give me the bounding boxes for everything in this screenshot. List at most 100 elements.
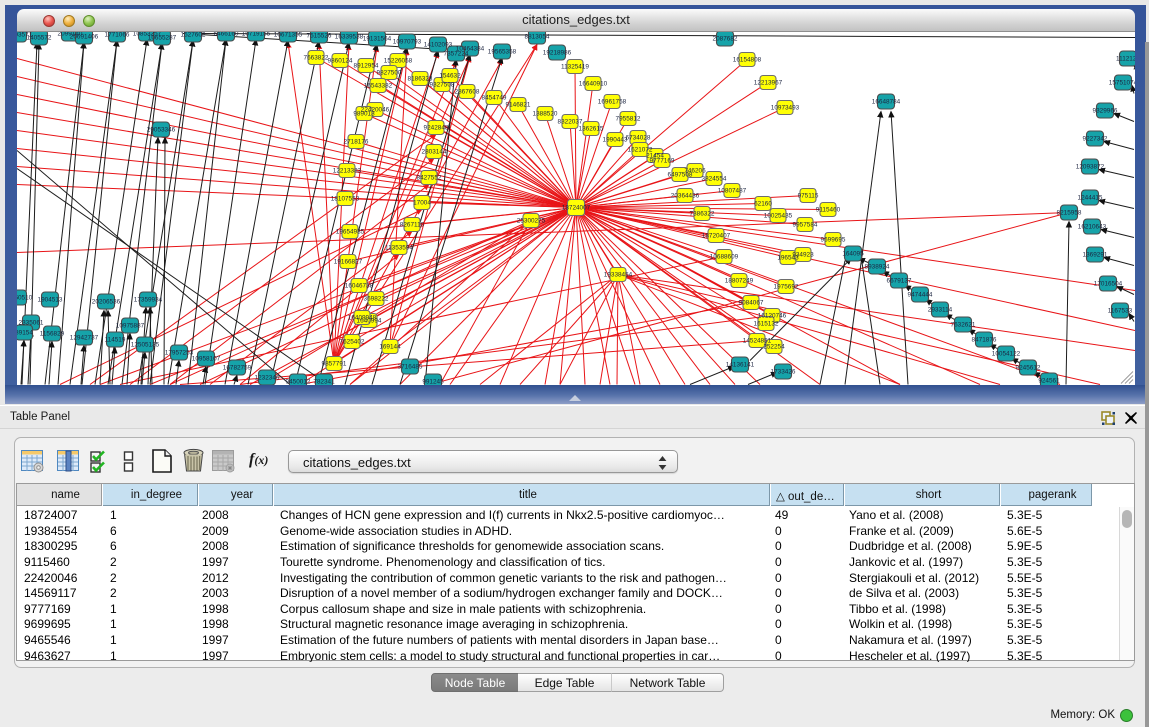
svg-text:25300275: 25300275 (517, 217, 546, 224)
svg-text:17359934: 17359934 (134, 296, 163, 303)
svg-text:1156829: 1156829 (40, 330, 65, 337)
svg-text:16782759: 16782759 (223, 364, 252, 371)
svg-text:2718176: 2718176 (344, 138, 369, 145)
svg-text:17004: 17004 (413, 199, 431, 206)
svg-text:934923: 934923 (792, 251, 814, 258)
svg-text:1232346: 1232346 (255, 374, 280, 381)
svg-text:10025435: 10025435 (764, 212, 793, 219)
svg-text:1167533: 1167533 (1108, 307, 1133, 314)
svg-text:19218986: 19218986 (543, 49, 572, 56)
svg-text:8813054: 8813054 (525, 33, 550, 40)
svg-text:1771066: 1771066 (105, 32, 130, 39)
svg-text:62160: 62160 (754, 200, 772, 207)
svg-text:1369291: 1369291 (1083, 251, 1108, 258)
svg-text:17016504: 17016504 (1094, 280, 1123, 287)
svg-text:1615132: 1615132 (754, 320, 779, 327)
svg-text:3824554: 3824554 (702, 175, 727, 182)
svg-text:7955812: 7955812 (616, 115, 641, 122)
svg-text:10807487: 10807487 (718, 187, 747, 194)
svg-text:9857791: 9857791 (322, 360, 347, 367)
svg-text:9827500: 9827500 (377, 69, 402, 76)
svg-text:18724007: 18724007 (562, 204, 591, 211)
svg-text:1904513: 1904513 (38, 296, 63, 303)
svg-text:10970793: 10970793 (393, 38, 422, 45)
svg-text:2933114: 2933114 (928, 306, 953, 313)
svg-text:16961758: 16961758 (598, 98, 627, 105)
svg-text:6466160: 6466160 (214, 32, 239, 38)
svg-text:15751074: 15751074 (1109, 79, 1135, 86)
svg-text:17957253: 17957253 (165, 349, 194, 356)
svg-text:10719155: 10719155 (242, 32, 271, 38)
svg-text:9245612: 9245612 (1016, 364, 1041, 371)
svg-text:19131564: 19131564 (363, 35, 392, 42)
svg-text:18807249: 18807249 (725, 277, 754, 284)
svg-text:20691406: 20691406 (70, 33, 99, 40)
svg-text:1990443: 1990443 (603, 136, 628, 143)
svg-text:9084067: 9084067 (739, 299, 764, 306)
svg-text:8427552: 8427552 (417, 174, 442, 181)
svg-text:1975692: 1975692 (774, 283, 799, 290)
svg-text:1405572: 1405572 (27, 34, 52, 41)
svg-text:10671355: 10671355 (274, 32, 303, 39)
svg-text:2335061: 2335061 (19, 319, 44, 326)
svg-text:10975887: 10975887 (116, 322, 145, 329)
svg-text:9329966: 9329966 (1093, 107, 1118, 114)
svg-text:2087682: 2087682 (713, 35, 738, 42)
svg-text:12942737: 12942737 (70, 334, 99, 341)
svg-text:20206536: 20206536 (92, 298, 121, 305)
svg-text:9860124: 9860124 (328, 57, 353, 64)
svg-text:7515526: 7515526 (307, 32, 332, 39)
svg-text:29053346: 29053346 (147, 126, 176, 133)
svg-text:10688609: 10688609 (710, 253, 739, 260)
svg-text:3698222: 3698222 (364, 295, 389, 302)
svg-text:20364436: 20364436 (671, 192, 700, 199)
svg-text:9242848: 9242848 (424, 124, 449, 131)
svg-text:39154: 39154 (17, 329, 33, 336)
svg-text:16640910: 16640910 (579, 80, 608, 87)
svg-text:9227342: 9227342 (1083, 135, 1108, 142)
svg-text:9957584: 9957584 (793, 221, 818, 228)
svg-text:6679137: 6679137 (887, 277, 912, 284)
svg-text:9115460: 9115460 (816, 206, 841, 213)
svg-text:7625402: 7625402 (340, 338, 365, 345)
svg-text:252254: 252254 (763, 343, 785, 350)
svg-text:1388520: 1388520 (533, 110, 558, 117)
svg-text:15226058: 15226058 (384, 57, 413, 64)
svg-text:169144: 169144 (379, 343, 401, 350)
svg-text:2867608: 2867608 (455, 88, 480, 95)
svg-text:1362615: 1362615 (579, 125, 604, 132)
svg-text:746206: 746206 (684, 167, 706, 174)
svg-text:19166827: 19166827 (334, 258, 363, 265)
svg-text:975115: 975115 (798, 192, 819, 199)
svg-text:10958107: 10958107 (192, 355, 221, 362)
svg-text:16210643: 16210643 (1078, 223, 1107, 230)
svg-text:9327508: 9327508 (430, 81, 455, 88)
svg-text:164095: 164095 (842, 250, 864, 257)
svg-text:10655287: 10655287 (148, 34, 177, 41)
svg-text:1733426: 1733426 (771, 368, 796, 375)
svg-text:989013: 989013 (353, 110, 375, 117)
svg-text:16543382: 16543382 (364, 82, 393, 89)
svg-text:8322037: 8322037 (558, 118, 583, 125)
svg-text:26160510: 26160510 (17, 294, 33, 301)
svg-text:16120746: 16120746 (758, 312, 787, 319)
svg-text:8454749: 8454749 (482, 94, 507, 101)
svg-text:12505135: 12505135 (131, 341, 160, 348)
svg-text:19338454: 19338454 (604, 271, 633, 278)
svg-text:9474444: 9474444 (908, 291, 933, 298)
svg-text:10973493: 10973493 (771, 104, 800, 111)
svg-text:16339538: 16339538 (335, 33, 364, 40)
svg-text:8938924: 8938924 (865, 263, 890, 270)
svg-text:8912954: 8912954 (354, 62, 379, 69)
svg-text:9146821: 9146821 (506, 101, 531, 108)
svg-text:1527602: 1527602 (181, 32, 206, 39)
svg-text:114519: 114519 (105, 336, 126, 343)
svg-text:19654935: 19654935 (336, 228, 365, 235)
svg-text:12093872: 12093872 (1076, 163, 1105, 170)
svg-text:1244415: 1244415 (1078, 194, 1103, 201)
svg-text:14136141: 14136141 (726, 361, 755, 368)
svg-text:14102093: 14102093 (424, 41, 453, 48)
svg-text:19565358: 19565358 (488, 48, 517, 55)
svg-text:7386322: 7386322 (690, 210, 715, 217)
svg-text:3716485: 3716485 (398, 363, 423, 370)
